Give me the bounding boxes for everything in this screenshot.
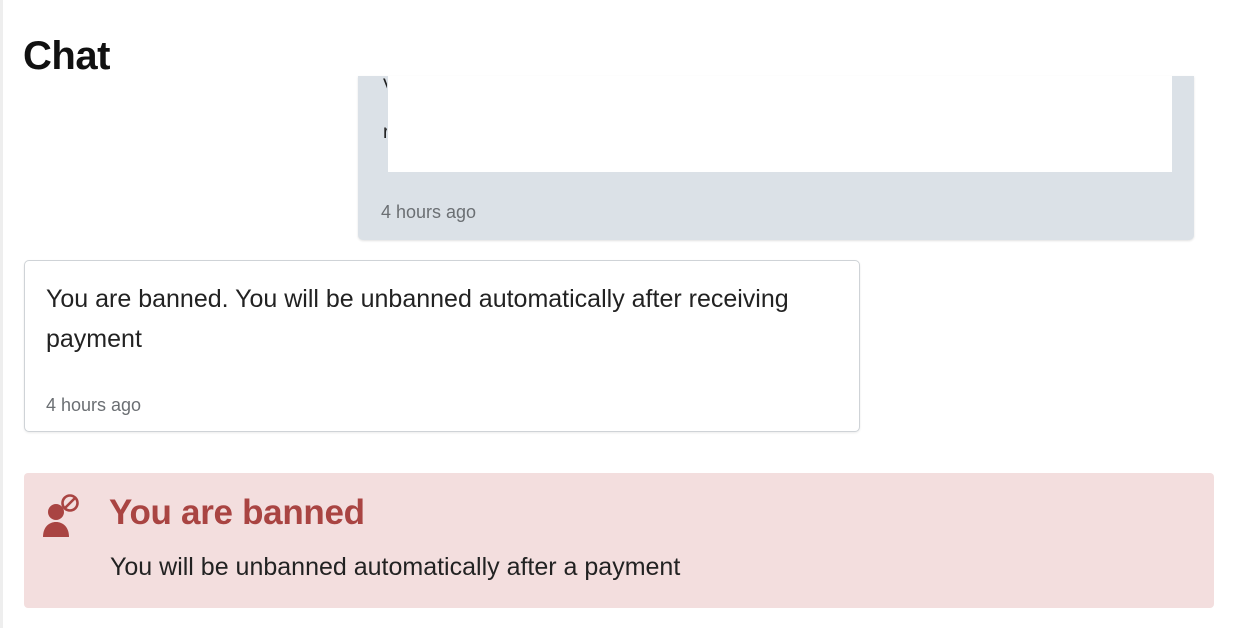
message-timestamp: 4 hours ago [381,202,477,222]
clipped-text-fragment: V [383,76,387,94]
message-embedded-card [388,76,1172,172]
incoming-message: You are banned. You will be unbanned aut… [24,260,860,432]
chat-messages[interactable]: V r 4 hours ago You are banned. You will… [3,76,1236,628]
page-title: Chat [23,34,110,78]
outgoing-message: V r 4 hours ago [358,76,1194,240]
alert-text: You will be unbanned automatically after… [110,553,681,581]
banned-alert: You are banned You will be unbanned auto… [24,473,1214,608]
alert-title: You are banned [109,493,365,532]
chat-page: Chat V r 4 hours ago You are banned. You… [0,0,1236,628]
clipped-text-fragment: r [383,122,387,140]
user-banned-icon [43,494,79,537]
message-timestamp: 4 hours ago [46,395,142,415]
message-text: You are banned. You will be unbanned aut… [46,285,789,353]
